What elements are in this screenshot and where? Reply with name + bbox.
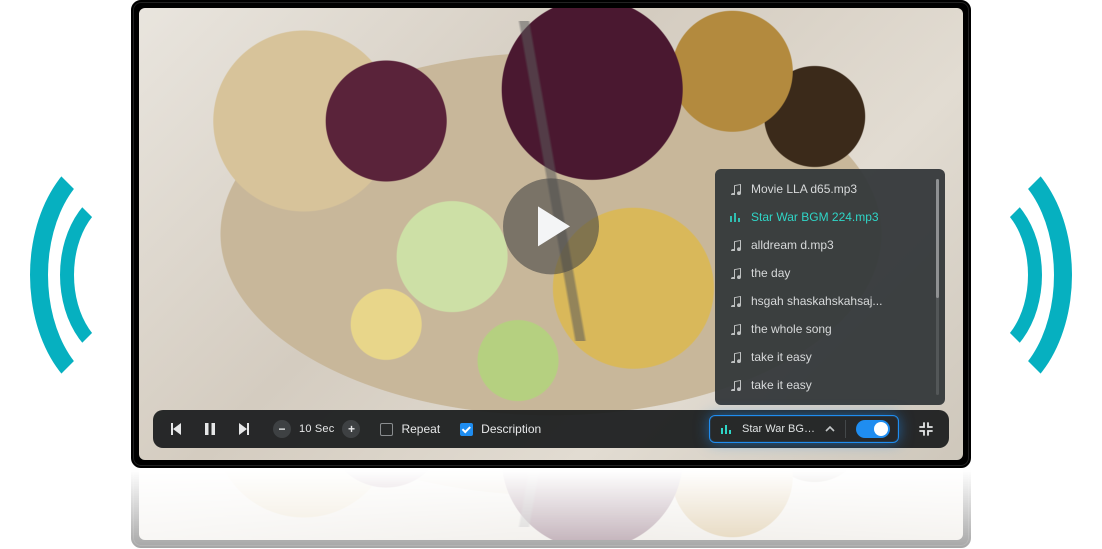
- playlist-item[interactable]: take it easy: [715, 371, 943, 399]
- seek-decrease-button[interactable]: −: [273, 420, 291, 438]
- playlist-item-label: alldream d.mp3: [751, 238, 834, 252]
- music-note-icon: [729, 239, 741, 251]
- current-track-name: Star War BGM 22...: [742, 423, 815, 435]
- device-frame: Movie LLA d65.mp3 Star War BGM 224.mp3 all…: [131, 0, 971, 468]
- playlist-item[interactable]: take it easy: [715, 343, 943, 371]
- play-button[interactable]: [503, 178, 599, 274]
- playlist-item[interactable]: the day: [715, 259, 943, 287]
- exit-fullscreen-button[interactable]: [915, 418, 937, 440]
- music-note-icon: [729, 351, 741, 363]
- video-canvas: Movie LLA d65.mp3 Star War BGM 224.mp3 all…: [139, 8, 963, 460]
- description-group: Description: [460, 422, 541, 436]
- prev-track-button[interactable]: [165, 418, 187, 440]
- playlist-item-label: the day: [751, 266, 790, 280]
- pause-button[interactable]: [199, 418, 221, 440]
- music-note-icon: [729, 183, 741, 195]
- playlist-item-label: Movie LLA d65.mp3: [751, 182, 857, 196]
- skip-next-icon: [236, 421, 252, 437]
- playlist-item[interactable]: alldream d.mp3: [715, 231, 943, 259]
- seek-step-label: 10 Sec: [299, 423, 334, 435]
- control-bar: − 10 Sec + Repeat Description Star War B…: [153, 410, 949, 448]
- playlist-item[interactable]: Star War BGM 224.mp3: [715, 203, 943, 231]
- playlist-item-label: Star War BGM 224.mp3: [751, 210, 879, 224]
- music-note-icon: [729, 323, 741, 335]
- music-toggle[interactable]: [856, 420, 890, 438]
- music-note-icon: [729, 379, 741, 391]
- repeat-checkbox[interactable]: [380, 423, 393, 436]
- playlist-item-label: the whole song: [751, 322, 832, 336]
- music-note-icon: [729, 295, 741, 307]
- minimize-icon: [918, 421, 934, 437]
- playlist-scrollbar[interactable]: [936, 179, 939, 395]
- play-icon: [534, 204, 574, 248]
- repeat-label[interactable]: Repeat: [401, 422, 440, 436]
- repeat-group: Repeat: [380, 422, 440, 436]
- playlist-item[interactable]: hsgah shaskahskahsaj...: [715, 287, 943, 315]
- pause-icon: [202, 421, 218, 437]
- playlist-item-label: hsgah shaskahskahsaj...: [751, 294, 882, 308]
- seek-step-group: − 10 Sec +: [273, 420, 360, 438]
- pill-divider: [845, 420, 846, 438]
- chevron-up-icon: [825, 424, 835, 434]
- screen-reflection: −10 Sec+ Repeat Description Star War BGM…: [131, 470, 971, 548]
- next-track-button[interactable]: [233, 418, 255, 440]
- playlist-item[interactable]: the whole song: [715, 315, 943, 343]
- playlist-item[interactable]: Movie LLA d65.mp3: [715, 175, 943, 203]
- seek-increase-button[interactable]: +: [342, 420, 360, 438]
- music-note-icon: [729, 267, 741, 279]
- playlist-popup[interactable]: Movie LLA d65.mp3 Star War BGM 224.mp3 all…: [715, 169, 945, 405]
- equalizer-icon: [729, 211, 741, 223]
- equalizer-icon: [720, 423, 732, 435]
- skip-previous-icon: [168, 421, 184, 437]
- playlist-item-label: take it easy: [751, 350, 812, 364]
- playlist-item-label: take it easy: [751, 378, 812, 392]
- description-checkbox[interactable]: [460, 423, 473, 436]
- current-track-selector[interactable]: Star War BGM 22...: [709, 415, 899, 443]
- description-label[interactable]: Description: [481, 422, 541, 436]
